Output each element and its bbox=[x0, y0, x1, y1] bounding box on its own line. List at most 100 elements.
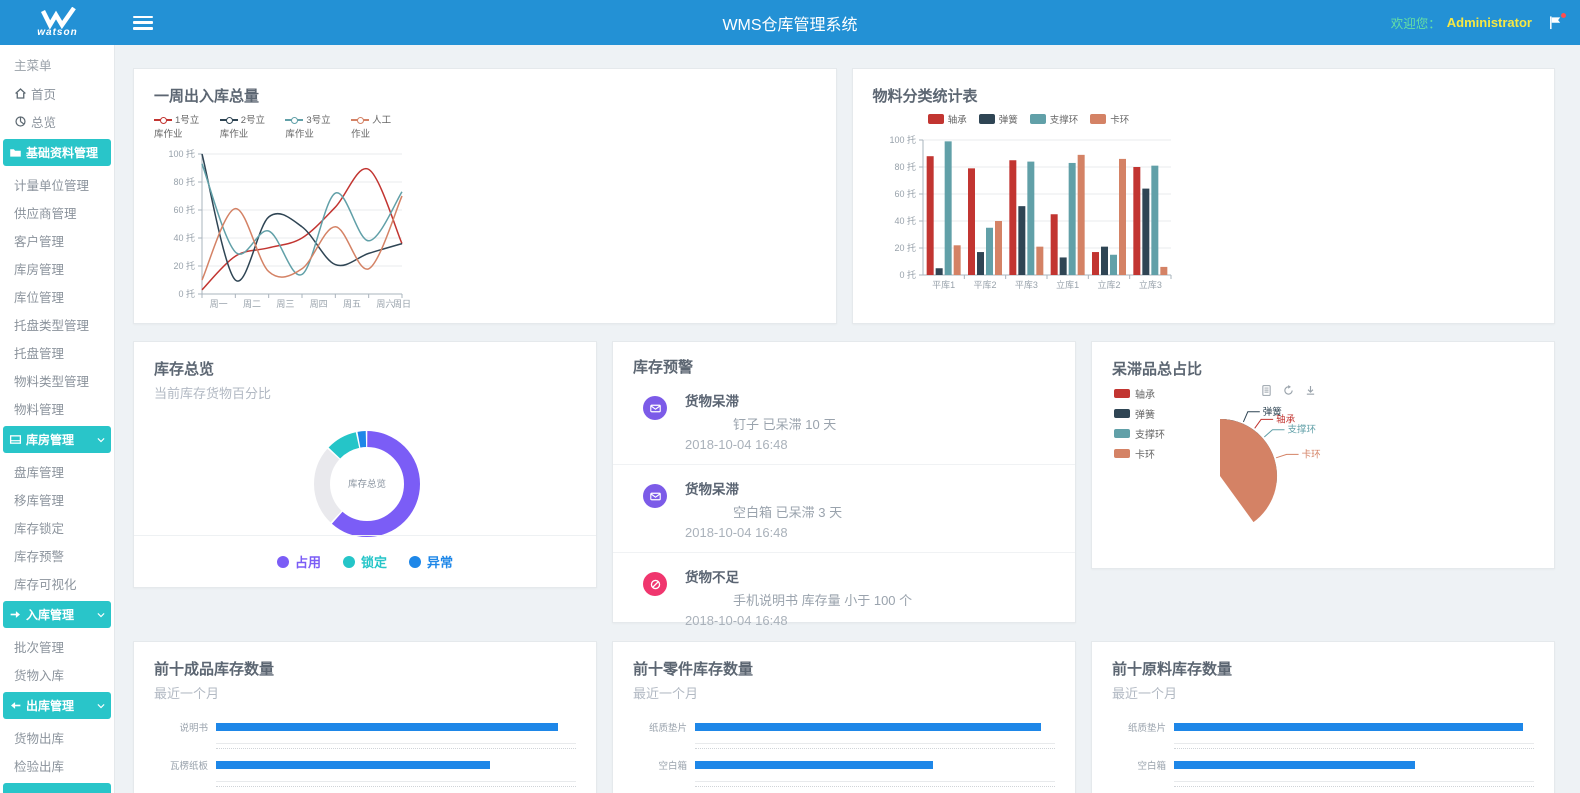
sidebar-item-label: 检验出库 bbox=[14, 756, 64, 775]
sidebar-item-14[interactable]: 移库管理 bbox=[0, 485, 114, 513]
notification-badge bbox=[1561, 13, 1566, 18]
sidebar-item-19[interactable]: 批次管理 bbox=[0, 632, 114, 660]
sidebar-item-label: 库位管理 bbox=[14, 287, 64, 306]
sidebar-item-4[interactable]: 供应商管理 bbox=[0, 198, 114, 226]
sidebar-item-label: 移库管理 bbox=[14, 490, 64, 509]
separator-dotted-line bbox=[1174, 786, 1534, 787]
sidebar-item-10[interactable]: 物料类型管理 bbox=[0, 366, 114, 394]
alert-item[interactable]: 货物呆滞空白箱 已呆滞 3 天2018-10-04 16:48 bbox=[613, 465, 1075, 553]
sidebar-menu: 首页总览基础资料管理计量单位管理供应商管理客户管理库房管理库位管理托盘类型管理托… bbox=[0, 79, 114, 779]
card-subtitle: 最近一个月 bbox=[633, 683, 1055, 702]
legend-item-占用[interactable]: 占用 bbox=[277, 552, 321, 571]
sidebar-item-9[interactable]: 托盘管理 bbox=[0, 338, 114, 366]
sidebar-item-20[interactable]: 货物入库 bbox=[0, 660, 114, 688]
svg-text:80 托: 80 托 bbox=[173, 176, 195, 187]
welcome-label: 欢迎您： bbox=[1391, 13, 1441, 32]
alert-detail: 手机说明书 库存量 小于 100 个 bbox=[685, 590, 912, 609]
hbar-value[interactable] bbox=[1174, 723, 1523, 731]
ban-icon bbox=[643, 572, 667, 596]
hbar-value[interactable] bbox=[695, 723, 1041, 731]
card-title: 前十成品库存数量 bbox=[154, 658, 576, 679]
svg-text:周五: 周五 bbox=[343, 299, 361, 309]
card-stagnant-ratio: 呆滞品总占比 轴承弹簧支撑环卡环 轴承弹簧支撑环卡环 bbox=[1091, 341, 1555, 569]
svg-text:支撑环: 支撑环 bbox=[1288, 424, 1317, 436]
separator-line bbox=[1174, 743, 1534, 744]
legend-item[interactable]: 1号立库作业 bbox=[154, 112, 208, 140]
hbar-value[interactable] bbox=[216, 761, 490, 769]
legend-item-异常[interactable]: 异常 bbox=[409, 552, 453, 571]
alert-item[interactable]: 货物呆滞钉子 已呆滞 10 天2018-10-04 16:48 bbox=[613, 377, 1075, 465]
sidebar-item-21[interactable]: 出库管理 bbox=[3, 692, 111, 719]
separator-dotted-line bbox=[695, 786, 1055, 787]
card-title: 库存总览 bbox=[154, 358, 576, 379]
legend-item[interactable]: 2号立库作业 bbox=[220, 112, 274, 140]
watson-logo-mark bbox=[39, 7, 77, 29]
sidebar-item-7[interactable]: 库位管理 bbox=[0, 282, 114, 310]
sidebar-item-17[interactable]: 库存可视化 bbox=[0, 569, 114, 597]
svg-text:100 托: 100 托 bbox=[168, 148, 195, 159]
sidebar-item-11[interactable]: 物料管理 bbox=[0, 394, 114, 422]
top-raw-bar-chart: 纸质垫片 空白箱 彩卡 说明书 bbox=[1112, 720, 1534, 793]
card-subtitle: 当前库存货物百分比 bbox=[154, 383, 576, 402]
arrow-left-icon bbox=[9, 699, 22, 712]
sidebar-item-label: 物料管理 bbox=[14, 399, 64, 418]
hbar-value[interactable] bbox=[695, 761, 933, 769]
watson-logo[interactable]: watson bbox=[0, 0, 115, 45]
legend-item[interactable]: 轴承 bbox=[928, 112, 967, 126]
envelope-icon bbox=[643, 484, 667, 508]
sidebar-item-label: 库存锁定 bbox=[14, 518, 64, 537]
hbar-row: 空白箱 bbox=[633, 758, 1055, 772]
hbar-label: 纸质垫片 bbox=[633, 720, 695, 734]
chevron-down-icon bbox=[96, 701, 106, 711]
sidebar-item-1[interactable]: 总览 bbox=[0, 107, 114, 135]
sidebar-item-0[interactable]: 首页 bbox=[0, 79, 114, 107]
arrow-right-icon bbox=[9, 608, 22, 621]
hbar-value[interactable] bbox=[216, 723, 558, 731]
hbar-row: 纸质垫片 bbox=[633, 720, 1055, 734]
pie-slice-卡环 bbox=[1220, 419, 1277, 522]
legend-item[interactable]: 卡环 bbox=[1090, 112, 1129, 126]
hbar-value[interactable] bbox=[1174, 761, 1415, 769]
sidebar-item-3[interactable]: 计量单位管理 bbox=[0, 170, 114, 198]
username[interactable]: Administrator bbox=[1447, 15, 1532, 30]
sidebar-item-13[interactable]: 盘库管理 bbox=[0, 457, 114, 485]
sidebar-item-5[interactable]: 客户管理 bbox=[0, 226, 114, 254]
separator-line bbox=[695, 781, 1055, 782]
svg-text:0 托: 0 托 bbox=[899, 269, 916, 280]
card-stock-alerts: 库存预警 货物呆滞钉子 已呆滞 10 天2018-10-04 16:48货物呆滞… bbox=[612, 341, 1076, 623]
sidebar-item-8[interactable]: 托盘类型管理 bbox=[0, 310, 114, 338]
sidebar-item-partial[interactable] bbox=[3, 783, 111, 793]
svg-text:平库3: 平库3 bbox=[1014, 279, 1037, 290]
sidebar-item-16[interactable]: 库存预警 bbox=[0, 541, 114, 569]
warehouse-icon bbox=[9, 433, 22, 446]
svg-text:40 托: 40 托 bbox=[173, 232, 195, 243]
folder-icon bbox=[9, 146, 22, 159]
separator-line bbox=[216, 743, 576, 744]
wms-app: watson WMS仓库管理系统 欢迎您： Administrator 主菜单 … bbox=[0, 0, 1580, 793]
legend-item[interactable]: 弹簧 bbox=[979, 112, 1018, 126]
sidebar-item-18[interactable]: 入库管理 bbox=[3, 601, 111, 628]
main-content: 一周出入库总量 1号立库作业2号立库作业3号立库作业人工作业 0 托20 托40… bbox=[115, 45, 1580, 793]
sidebar-item-22[interactable]: 货物出库 bbox=[0, 723, 114, 751]
legend-item[interactable]: 人工作业 bbox=[351, 112, 394, 140]
header-right: 欢迎您： Administrator bbox=[1391, 13, 1564, 32]
svg-text:20 托: 20 托 bbox=[894, 242, 916, 253]
legend-item-锁定[interactable]: 锁定 bbox=[343, 552, 387, 571]
legend-item[interactable]: 支撑环 bbox=[1030, 112, 1079, 126]
sidebar-item-2[interactable]: 基础资料管理 bbox=[3, 139, 111, 166]
material-chart-legend: 轴承弹簧支撑环卡环 bbox=[879, 112, 1179, 126]
svg-text:弹簧: 弹簧 bbox=[1263, 406, 1283, 418]
sidebar-item-15[interactable]: 库存锁定 bbox=[0, 513, 114, 541]
chevron-down-icon bbox=[96, 610, 106, 620]
notification-flag-icon[interactable] bbox=[1548, 15, 1564, 31]
sidebar-section-label: 主菜单 bbox=[0, 53, 114, 79]
legend-item[interactable]: 3号立库作业 bbox=[285, 112, 339, 140]
svg-text:0 托: 0 托 bbox=[178, 288, 195, 299]
sidebar-item-23[interactable]: 检验出库 bbox=[0, 751, 114, 779]
card-title: 呆滞品总占比 bbox=[1112, 358, 1534, 379]
sidebar-item-label: 托盘管理 bbox=[14, 343, 64, 362]
sidebar-item-12[interactable]: 库房管理 bbox=[3, 426, 111, 453]
hamburger-menu-icon[interactable] bbox=[133, 16, 153, 30]
sidebar-item-6[interactable]: 库房管理 bbox=[0, 254, 114, 282]
alert-item[interactable]: 货物不足手机说明书 库存量 小于 100 个2018-10-04 16:48 bbox=[613, 553, 1075, 641]
